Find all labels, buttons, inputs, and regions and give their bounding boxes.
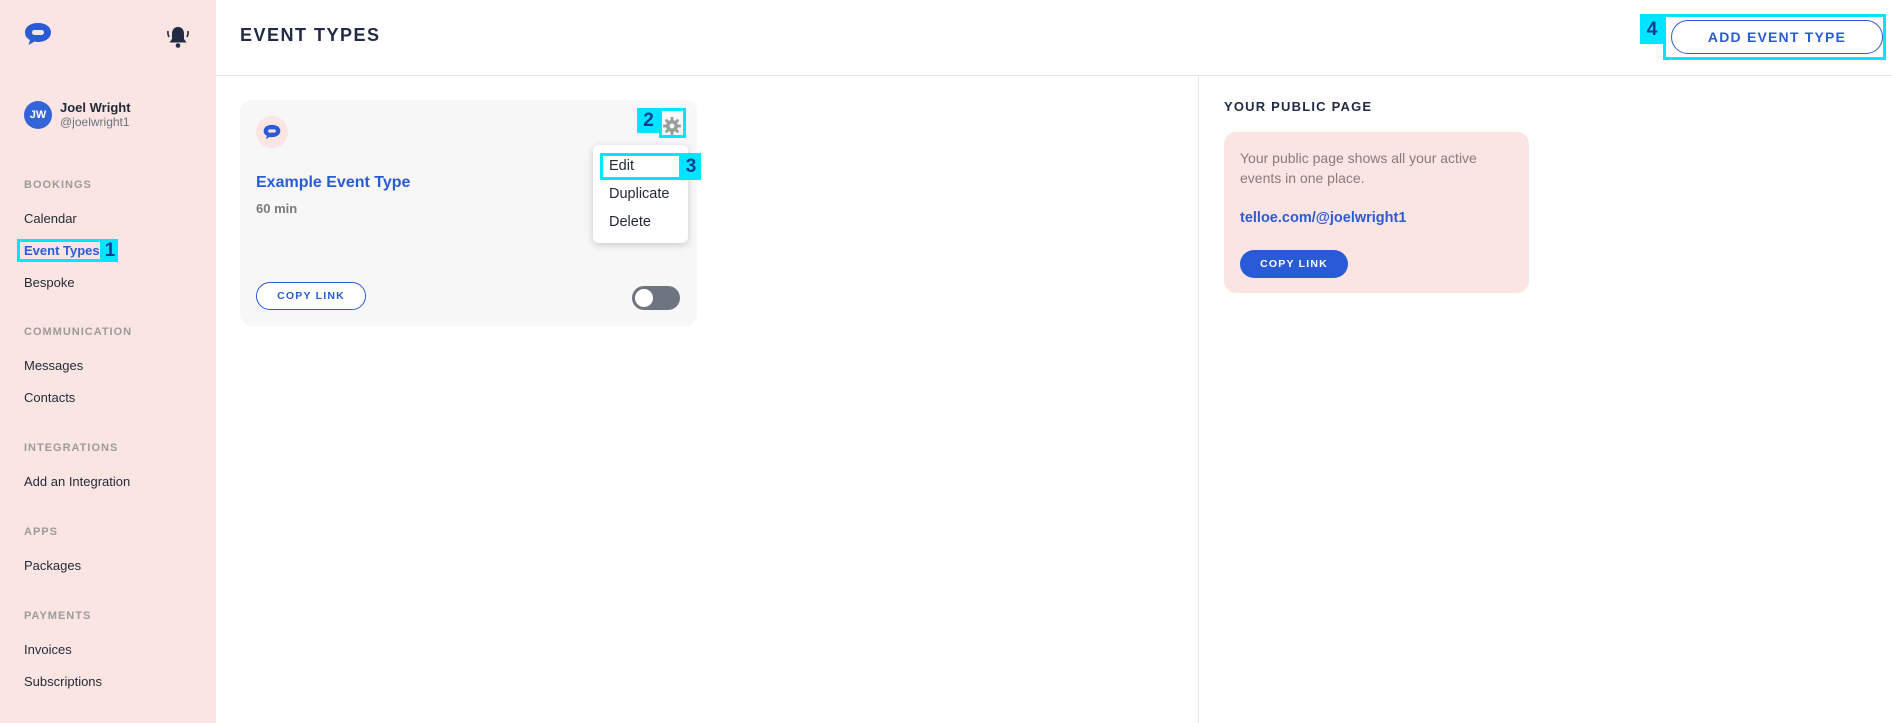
menu-item-duplicate[interactable]: Duplicate bbox=[609, 186, 669, 202]
sidebar-item-bespoke[interactable]: Bespoke bbox=[24, 275, 75, 290]
sidebar-item-add-integration[interactable]: Add an Integration bbox=[24, 474, 130, 489]
sidebar-item-packages[interactable]: Packages bbox=[24, 558, 81, 573]
sidebar-item-messages[interactable]: Messages bbox=[24, 358, 83, 373]
public-page-card: Your public page shows all your active e… bbox=[1224, 132, 1529, 293]
nav-section-bookings: BOOKINGS bbox=[24, 179, 92, 191]
menu-item-delete[interactable]: Delete bbox=[609, 214, 651, 230]
nav-section-communication: COMMUNICATION bbox=[24, 326, 133, 338]
sidebar: JW Joel Wright @joelwright1 BOOKINGS Cal… bbox=[0, 0, 216, 723]
toggle-knob bbox=[635, 289, 653, 307]
annotation-marker-4: 4 bbox=[1640, 14, 1664, 44]
sidebar-item-subscriptions[interactable]: Subscriptions bbox=[24, 674, 102, 689]
public-page-description: Your public page shows all your active e… bbox=[1240, 150, 1477, 186]
annotation-box-2 bbox=[659, 108, 686, 138]
public-page-title: YOUR PUBLIC PAGE bbox=[1224, 99, 1373, 114]
annotation-marker-3: 3 bbox=[681, 153, 701, 180]
annotation-marker-1: 1 bbox=[102, 239, 118, 262]
content-divider bbox=[1198, 76, 1199, 723]
user-name: Joel Wright bbox=[60, 100, 131, 115]
sidebar-item-calendar[interactable]: Calendar bbox=[24, 211, 77, 226]
annotation-box-4 bbox=[1663, 14, 1886, 60]
avatar: JW bbox=[24, 100, 52, 129]
event-active-toggle[interactable] bbox=[632, 286, 680, 310]
nav-section-payments: PAYMENTS bbox=[24, 610, 92, 622]
user-profile[interactable]: JW Joel Wright @joelwright1 bbox=[24, 100, 131, 129]
bell-icon[interactable] bbox=[166, 24, 190, 50]
annotation-box-1 bbox=[17, 239, 103, 262]
event-title[interactable]: Example Event Type bbox=[256, 174, 410, 192]
page-title: EVENT TYPES bbox=[240, 25, 381, 45]
public-page-link[interactable]: telloe.com/@joelwright1 bbox=[1240, 210, 1406, 226]
annotation-box-3 bbox=[600, 153, 682, 180]
nav-section-apps: APPS bbox=[24, 526, 58, 538]
nav-section-integrations: INTEGRATIONS bbox=[24, 442, 119, 454]
event-duration: 60 min bbox=[256, 201, 298, 216]
event-icon bbox=[256, 116, 288, 148]
user-handle: @joelwright1 bbox=[60, 115, 130, 129]
public-copy-link-button[interactable]: COPY LINK bbox=[1240, 250, 1348, 278]
sidebar-item-invoices[interactable]: Invoices bbox=[24, 642, 72, 657]
annotation-marker-2: 2 bbox=[637, 108, 660, 133]
copy-link-button[interactable]: COPY LINK bbox=[256, 282, 366, 310]
sidebar-item-contacts[interactable]: Contacts bbox=[24, 390, 75, 405]
telloe-logo-icon[interactable] bbox=[24, 22, 52, 46]
